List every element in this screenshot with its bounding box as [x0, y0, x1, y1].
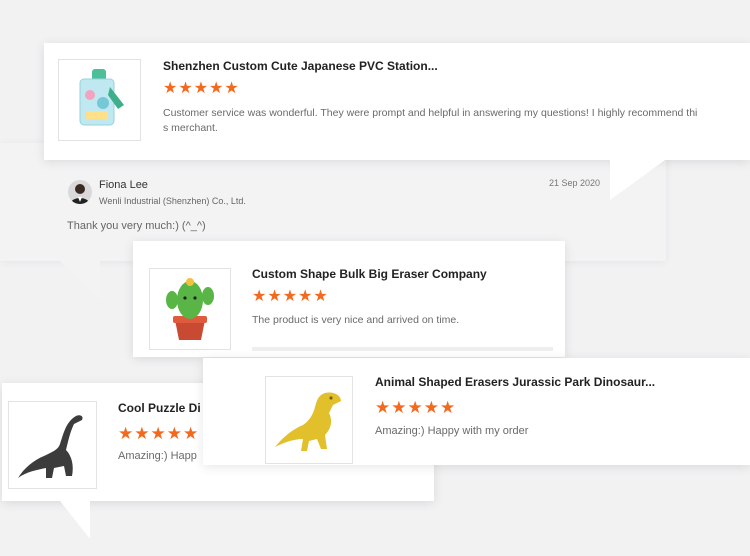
review-card-1-tail [610, 160, 665, 200]
star-icon: ★ [252, 288, 267, 305]
review-text-3: Amazing:) Happ [118, 450, 197, 462]
product-thumbnail-4[interactable] [265, 376, 353, 464]
star-icon: ★ [118, 424, 134, 443]
star-icon: ★ [440, 398, 456, 417]
star-icon: ★ [423, 398, 439, 417]
review-text-1: Customer service was wonderful. They wer… [163, 107, 698, 134]
product-title-1[interactable]: Shenzhen Custom Cute Japanese PVC Statio… [163, 59, 438, 73]
star-icon: ★ [163, 80, 178, 97]
brachiosaurus-eraser-icon [17, 415, 83, 478]
star-icon: ★ [282, 288, 298, 305]
card-divider [252, 347, 553, 351]
reply-card-tail [60, 261, 100, 301]
reply-text: Thank you very much:) (^_^) [67, 220, 206, 232]
star-icon: ★ [391, 398, 407, 417]
star-icon: ★ [166, 424, 182, 443]
star-icon: ★ [150, 424, 166, 443]
trex-eraser-icon [275, 392, 341, 451]
star-rating-2: ★ ★ ★ ★ ★ [252, 289, 328, 305]
star-icon: ★ [178, 80, 193, 97]
star-icon: ★ [209, 80, 224, 97]
star-icon: ★ [134, 424, 150, 443]
star-rating-1: ★ ★ ★ ★ ★ [163, 81, 239, 97]
product-thumbnail-2[interactable] [149, 268, 231, 350]
star-rating-3: ★ ★ ★ ★ ★ [118, 425, 198, 442]
star-icon: ★ [298, 288, 313, 305]
review-card-1[interactable]: Shenzhen Custom Cute Japanese PVC Statio… [44, 43, 750, 160]
star-icon: ★ [375, 398, 391, 417]
star-icon: ★ [183, 424, 199, 443]
star-icon: ★ [224, 80, 239, 97]
product-title-3[interactable]: Cool Puzzle Di [118, 401, 201, 415]
seller-name: Fiona Lee [99, 179, 148, 191]
star-icon: ★ [313, 288, 328, 305]
star-icon: ★ [193, 80, 209, 97]
cactus-eraser-icon [166, 278, 214, 340]
product-thumbnail-3[interactable] [8, 401, 97, 489]
seller-avatar [68, 180, 92, 204]
reply-date: 21 Sep 2020 [549, 178, 601, 188]
review-card-4[interactable]: Animal Shaped Erasers Jurassic Park Dino… [203, 358, 750, 465]
review-card-3-tail [60, 501, 90, 539]
star-icon: ★ [407, 398, 423, 417]
review-text-2: The product is very nice and arrived on … [252, 314, 460, 326]
review-text-4: Amazing:) Happy with my order [375, 425, 529, 437]
product-thumbnail-1[interactable] [58, 59, 141, 141]
star-rating-4: ★ ★ ★ ★ ★ [375, 399, 455, 416]
pvc-stationery-keychain-icon [79, 69, 124, 126]
star-icon: ★ [267, 288, 282, 305]
product-title-2[interactable]: Custom Shape Bulk Big Eraser Company [252, 267, 487, 281]
product-title-4[interactable]: Animal Shaped Erasers Jurassic Park Dino… [375, 375, 655, 389]
review-card-2[interactable]: Custom Shape Bulk Big Eraser Company ★ ★… [133, 241, 565, 357]
seller-company: Wenli Industrial (Shenzhen) Co., Ltd. [99, 196, 246, 206]
